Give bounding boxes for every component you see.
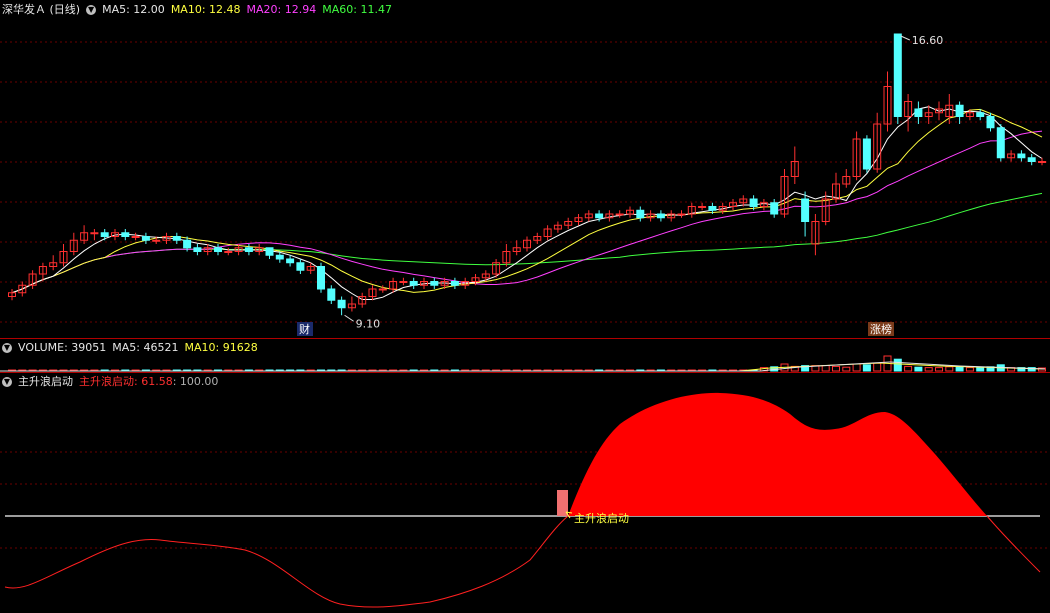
high-pointer — [900, 35, 911, 41]
ma10-line — [11, 108, 1043, 294]
low-label: 9.10 — [356, 317, 381, 330]
ma5-readout: MA5: 12.00 — [102, 3, 165, 16]
collapse-icon[interactable]: ▼ — [2, 343, 12, 353]
candle-body — [595, 213, 604, 219]
candle-body — [677, 213, 686, 216]
stock-title: 深华发Ａ (日线) — [2, 3, 81, 16]
candle-body — [862, 138, 871, 170]
volume-bar — [832, 365, 840, 372]
volume-bar — [904, 365, 913, 372]
candle-body — [399, 281, 408, 283]
candle-body — [378, 288, 387, 291]
price-chart-pane[interactable]: 16.60 9.10 财 涨榜 深华发Ａ (日线) ▼ MA5: 12.00 MA10: 1… — [0, 0, 1050, 338]
candle-body — [698, 206, 707, 208]
candle-body — [1017, 153, 1026, 159]
candle-body — [90, 232, 99, 235]
volume-ma10-readout: MA10: 91628 — [184, 341, 258, 354]
candle-body — [183, 239, 192, 249]
candle-body — [131, 236, 140, 238]
volume-bar — [945, 366, 954, 372]
indicator-value: 主升浪启动: 61.58 — [79, 375, 173, 388]
candle-body — [976, 112, 985, 117]
low-pointer — [344, 314, 354, 322]
indicator-line — [4, 515, 1041, 608]
volume-pane[interactable]: ▼ VOLUME: 39051 MA5: 46521 MA10: 91628 — [0, 338, 1050, 372]
volume-bar — [965, 367, 974, 372]
candle-body — [100, 232, 109, 237]
volume-bar — [862, 364, 871, 372]
volume-bar — [935, 367, 943, 372]
candle-body — [141, 236, 150, 241]
candle-body — [770, 202, 779, 215]
ma5-line — [11, 106, 1043, 300]
ma10-readout: MA10: 12.48 — [170, 3, 241, 16]
indicator-title: 主升浪启动 — [18, 375, 73, 388]
candle-body — [615, 213, 624, 216]
candle-body — [450, 281, 459, 286]
volume-bar — [842, 366, 851, 372]
candle-body — [172, 236, 181, 241]
indicator-svg[interactable]: 主升浪启动 — [0, 372, 1050, 613]
volume-header: ▼ VOLUME: 39051 MA5: 46521 MA10: 91628 — [2, 340, 264, 356]
candle-body — [224, 251, 233, 253]
candle-body — [636, 209, 645, 219]
candle-body — [409, 281, 418, 286]
volume-bar — [852, 363, 861, 372]
indicator-level: : 100.00 — [172, 375, 219, 388]
zhangbang-badge: 涨榜 — [870, 322, 892, 336]
volume-readout: VOLUME: 39051 — [18, 341, 107, 354]
volume-bar — [914, 366, 923, 372]
signal-label: 主升浪启动 — [574, 511, 629, 525]
volume-bar — [976, 367, 985, 372]
candle-body — [327, 288, 336, 301]
indicator-fill-area — [568, 392, 987, 516]
volume-bar — [821, 365, 830, 372]
candle-body — [708, 206, 717, 211]
candle-body — [893, 33, 902, 117]
candle-body — [152, 239, 161, 242]
volume-bar — [955, 366, 964, 372]
ma20-readout: MA20: 12.94 — [246, 3, 317, 16]
candle-body — [955, 104, 964, 117]
cai-badge: 财 — [299, 322, 310, 336]
indicator-header: ▼ 主升浪启动 主升浪启动: 61.58: 100.00 — [2, 374, 224, 390]
candle-body — [275, 254, 284, 260]
ma60-readout: MA60: 11.47 — [322, 3, 392, 16]
volume-ma5-readout: MA5: 46521 — [112, 341, 179, 354]
candle-body — [193, 247, 202, 252]
candle-body — [317, 266, 325, 290]
candle-body — [296, 262, 305, 271]
candle-body — [1038, 161, 1046, 163]
candle-body — [986, 116, 995, 129]
candle-body — [121, 232, 130, 237]
candle-body — [214, 247, 222, 252]
candle-body — [286, 258, 295, 264]
candle-body — [265, 247, 274, 256]
volume-bar — [893, 358, 902, 372]
candle-body — [996, 127, 1005, 159]
candle-body — [801, 198, 810, 222]
candle-body — [1027, 157, 1036, 162]
collapse-icon[interactable]: ▼ — [86, 5, 97, 15]
price-header: 深华发Ａ (日线) ▼ MA5: 12.00 MA10: 12.48 MA20: 12.… — [2, 2, 398, 18]
candle-body — [430, 281, 439, 286]
candle-body — [244, 247, 253, 252]
candle-body — [914, 108, 923, 117]
collapse-icon[interactable]: ▼ — [2, 377, 12, 387]
candle-body — [337, 299, 346, 309]
high-label: 16.60 — [912, 34, 944, 47]
volume-bar — [924, 367, 933, 372]
price-chart-svg[interactable]: 16.60 9.10 财 涨榜 — [0, 0, 1050, 338]
candle-body — [656, 213, 665, 219]
candle-body — [749, 198, 758, 207]
volume-bar — [873, 362, 882, 372]
indicator-pane[interactable]: 主升浪启动 ▼ 主升浪启动 主升浪启动: 61.58: 100.00 — [0, 372, 1050, 613]
